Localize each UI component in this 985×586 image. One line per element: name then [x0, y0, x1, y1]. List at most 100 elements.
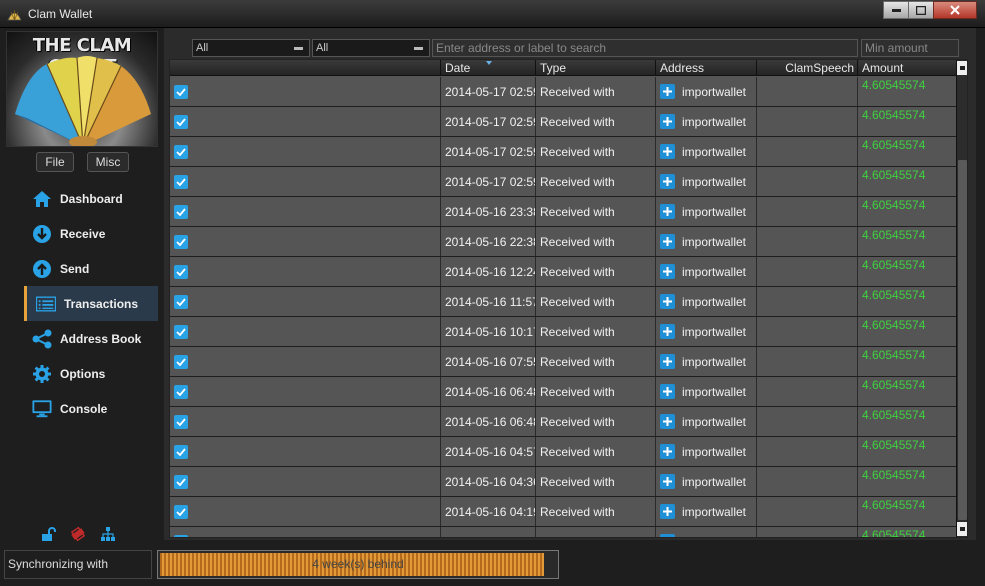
date-cell: 2014-05-16 11:57 [441, 287, 536, 316]
type-cell: Received with [536, 407, 656, 436]
column-header-status[interactable] [170, 60, 441, 76]
window-title: Clam Wallet [28, 7, 93, 21]
address-cell: importwallet [656, 377, 757, 406]
address-cell: importwallet [656, 227, 757, 256]
nav-item-label: Options [60, 366, 106, 381]
nav-item-send[interactable]: Send [24, 251, 158, 286]
table-row[interactable]: 2014-05-16 02:33Received with importwalle… [170, 527, 957, 537]
staking-icon[interactable] [70, 526, 86, 542]
share-icon [32, 329, 52, 349]
type-cell: Received with [536, 317, 656, 346]
receive-address-icon [660, 204, 675, 219]
table-row[interactable]: 2014-05-17 02:59 Received with importwalle… [170, 77, 957, 107]
search-input[interactable]: Enter address or label to search [432, 39, 858, 57]
address-cell: importwallet [656, 107, 757, 136]
receive-icon [32, 224, 52, 244]
amount-cell: 4.60545574 [858, 197, 957, 226]
nav-item-label: Receive [60, 226, 106, 241]
scroll-up-icon[interactable] [957, 61, 967, 75]
table-header: Date Type Address ClamSpeech Amount [170, 60, 957, 76]
sort-indicator-icon [486, 61, 492, 65]
confirmed-check-icon [174, 144, 188, 159]
status-cell [170, 227, 441, 256]
sync-progress-text: 4 week(s) behind [312, 557, 404, 571]
table-row[interactable]: 2014-05-16 07:55 Received with importwalle… [170, 347, 957, 377]
amount-cell: 4.60545574 [858, 437, 957, 466]
amount-cell: 4.60545574 [858, 77, 957, 106]
date-cell: 2014-05-16 22:38 [441, 227, 536, 256]
status-cell [170, 467, 441, 496]
table-row[interactable]: 2014-05-16 04:57 Received with importwalle… [170, 437, 957, 467]
clamspeech-cell [757, 377, 858, 406]
transactions-table: Date Type Address ClamSpeech Amount 2014… [169, 59, 968, 538]
clam-client-logo: THE CLAM CLIENT [6, 31, 158, 147]
table-row[interactable]: 2014-05-16 06:48 Received with importwalle… [170, 407, 957, 437]
vertical-scrollbar[interactable] [956, 60, 967, 537]
receive-address-icon [660, 504, 675, 519]
amount-cell: 4.60545574 [858, 137, 957, 166]
address-label: importwallet [682, 444, 747, 459]
nav-item-receive[interactable]: Receive [24, 216, 158, 251]
amount-cell: 4.60545574 [858, 257, 957, 286]
table-row[interactable]: 2014-05-16 06:48 Received with importwalle… [170, 377, 957, 407]
date-cell: 2014-05-16 04:19 [441, 497, 536, 526]
maximize-button[interactable] [908, 1, 934, 19]
clamspeech-cell [757, 467, 858, 496]
table-row[interactable]: 2014-05-17 02:59 Received with importwalle… [170, 137, 957, 167]
confirmed-check-icon [174, 204, 188, 219]
address-label: importwallet [682, 114, 747, 129]
table-row[interactable]: 2014-05-16 04:36 Received with importwalle… [170, 467, 957, 497]
amount-cell: 4.60545574 [858, 227, 957, 256]
address-cell: importwallet [656, 137, 757, 166]
column-header-date[interactable]: Date [441, 60, 536, 76]
nav-item-dashboard[interactable]: Dashboard [24, 181, 158, 216]
type-cell: Received with [536, 167, 656, 196]
column-header-clamspeech[interactable]: ClamSpeech [757, 60, 858, 76]
table-row[interactable]: 2014-05-16 12:24 Received with importwalle… [170, 257, 957, 287]
nav-item-console[interactable]: Console [24, 391, 158, 426]
clamspeech-cell [757, 227, 858, 256]
amount-cell: 4.60545574 [858, 107, 957, 136]
close-button[interactable] [933, 1, 977, 19]
receive-address-icon [660, 474, 675, 489]
table-row[interactable]: 2014-05-16 10:17 Received with importwalle… [170, 317, 957, 347]
type-cell: Received with [536, 347, 656, 376]
table-row[interactable]: 2014-05-16 22:38 Received with importwalle… [170, 227, 957, 257]
column-header-amount[interactable]: Amount [858, 60, 957, 76]
address-cell: importwallet [656, 197, 757, 226]
send-icon [32, 259, 52, 279]
clamspeech-cell [757, 287, 858, 316]
minimize-button[interactable] [883, 1, 909, 19]
column-header-address[interactable]: Address [656, 60, 757, 76]
scroll-down-icon[interactable] [957, 522, 967, 536]
clamspeech-cell [757, 317, 858, 346]
nav-item-options[interactable]: Options [24, 356, 158, 391]
table-row[interactable]: 2014-05-17 02:59 Received with importwalle… [170, 167, 957, 197]
type-cell: Received with [536, 197, 656, 226]
date-cell: 2014-05-16 23:38 [441, 197, 536, 226]
scrollbar-thumb[interactable] [958, 160, 967, 520]
table-body: 2014-05-17 02:59 Received with importwalle… [170, 77, 957, 537]
date-filter-select[interactable]: All [192, 39, 310, 57]
confirmed-check-icon [174, 444, 188, 459]
address-label: importwallet [682, 204, 747, 219]
nav-item-address-book[interactable]: Address Book [24, 321, 158, 356]
table-row[interactable]: 2014-05-16 11:57 Received with importwalle… [170, 287, 957, 317]
misc-menu-button[interactable]: Misc [87, 152, 129, 172]
title-bar[interactable]: Clam Wallet [0, 0, 985, 28]
min-amount-input[interactable]: Min amount [861, 39, 959, 57]
amount-cell: 4.60545574 [858, 467, 957, 496]
address-cell: importwallet [656, 317, 757, 346]
table-row[interactable]: 2014-05-16 04:19 Received with importwalle… [170, 497, 957, 527]
file-menu-button[interactable]: File [36, 152, 74, 172]
table-row[interactable]: 2014-05-17 02:59 Received with importwalle… [170, 107, 957, 137]
type-cell: Received with [536, 467, 656, 496]
date-cell: 2014-05-16 04:36 [441, 467, 536, 496]
dropdown-icon [294, 47, 303, 50]
type-filter-select[interactable]: All [312, 39, 430, 57]
column-header-type[interactable]: Type [536, 60, 656, 76]
table-row[interactable]: 2014-05-16 23:38 Received with importwalle… [170, 197, 957, 227]
unlocked-icon[interactable] [40, 526, 56, 542]
network-icon[interactable] [100, 526, 116, 542]
nav-item-transactions[interactable]: Transactions [24, 286, 158, 321]
